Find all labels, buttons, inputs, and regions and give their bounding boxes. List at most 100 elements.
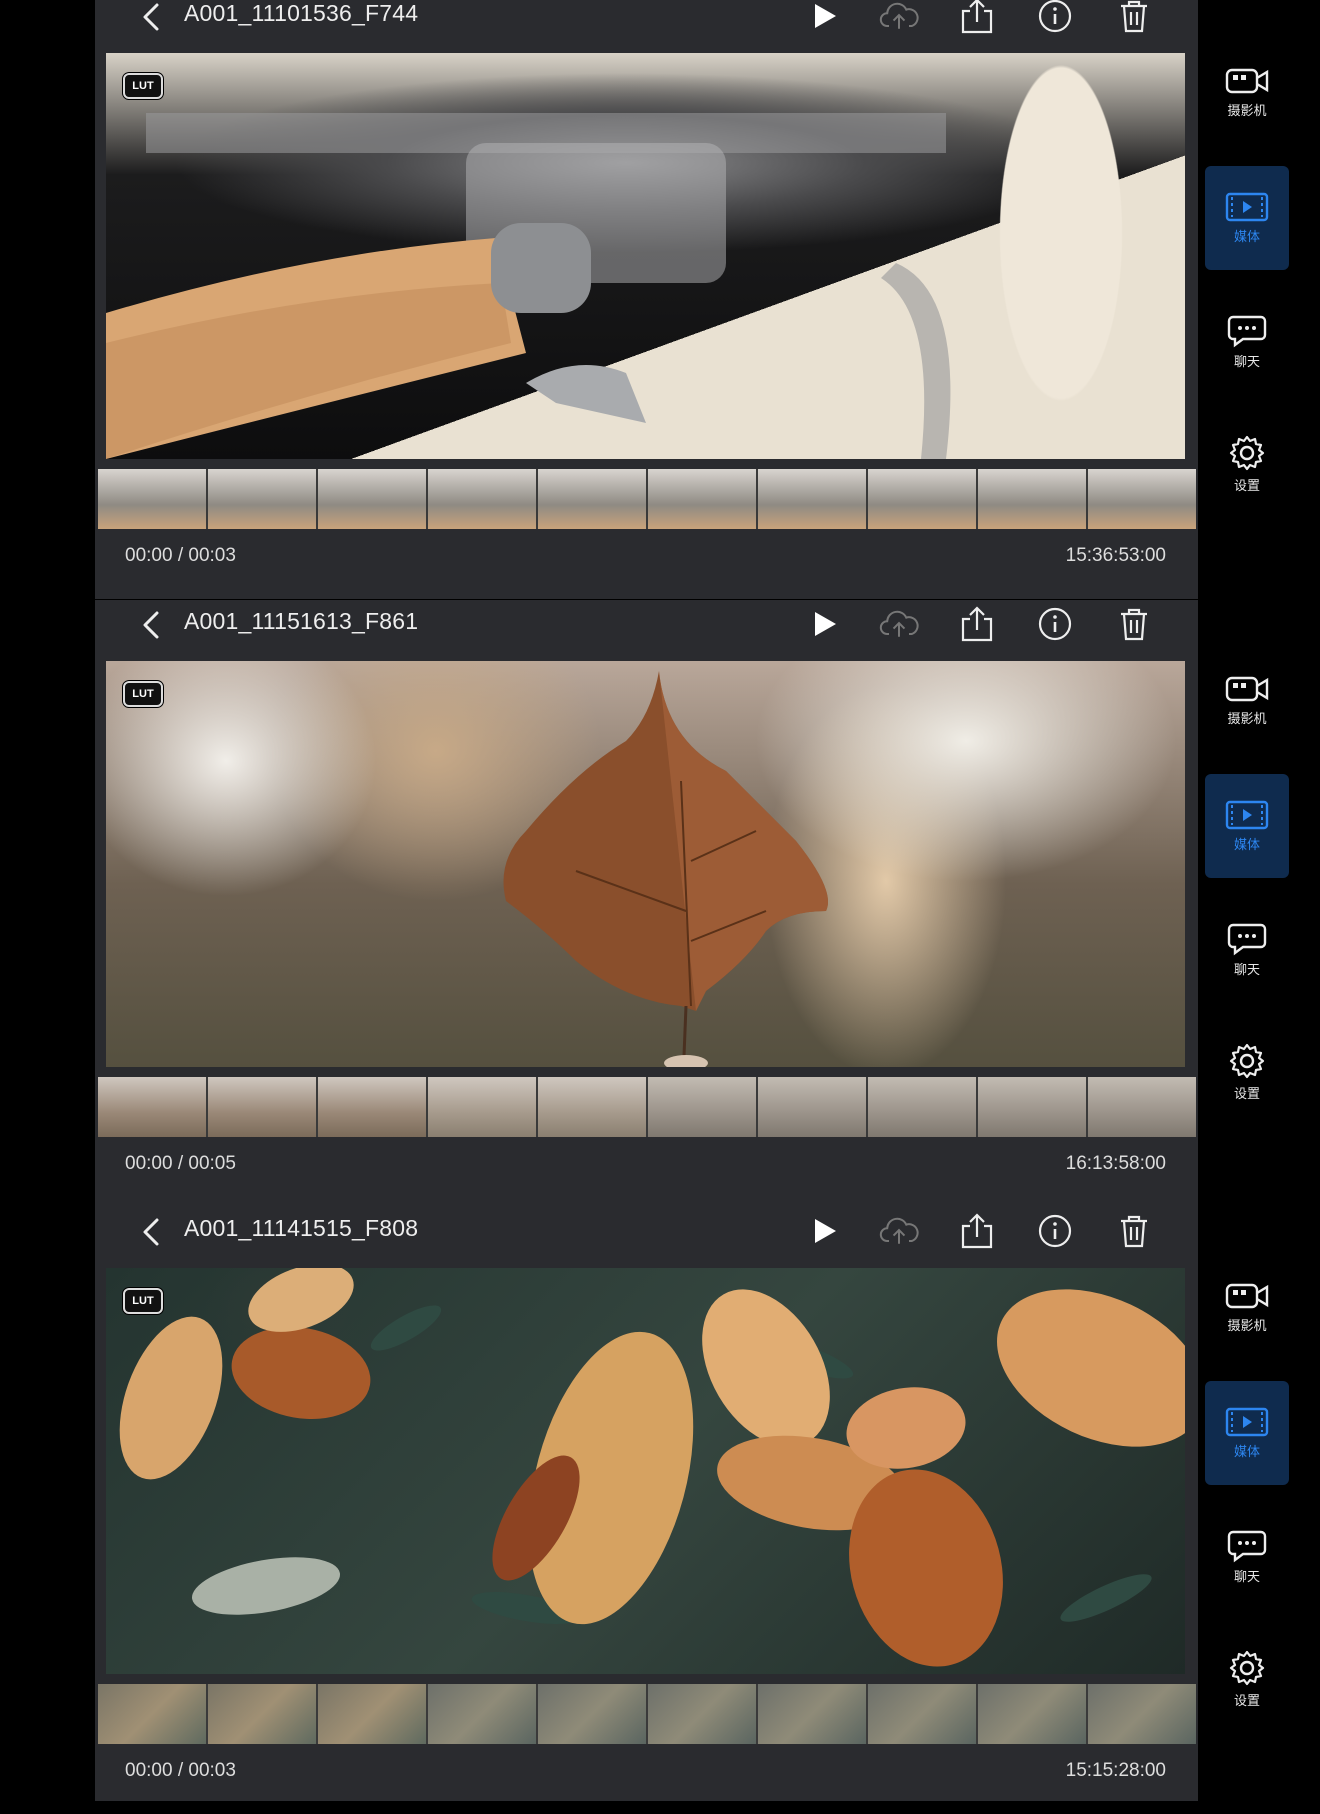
- clip-title: A001_11141515_F808: [184, 1215, 419, 1241]
- timeline-thumbnail: [538, 1077, 648, 1137]
- timeline-thumbnail: [978, 1684, 1088, 1744]
- timeline-strip[interactable]: [98, 469, 1196, 529]
- timeline-thumbnail: [538, 1684, 648, 1744]
- cloud-upload-icon: [879, 2, 919, 29]
- timeline-thumbnail: [648, 469, 758, 529]
- info-button[interactable]: [1035, 604, 1075, 644]
- timeline-thumbnail: [98, 469, 208, 529]
- info-button[interactable]: [1035, 0, 1075, 36]
- lut-badge: LUT: [123, 73, 163, 99]
- media-icon: [1225, 192, 1269, 222]
- timeline-thumbnail: [208, 1077, 318, 1137]
- back-icon[interactable]: [135, 1215, 169, 1249]
- sidebar-item-label: 聊天: [1233, 962, 1260, 977]
- timeline-thumbnail: [98, 1077, 208, 1137]
- clip-title: A001_11101536_F744: [184, 0, 419, 26]
- play-button[interactable]: [805, 1211, 845, 1251]
- timeline-thumbnail: [428, 1684, 538, 1744]
- sidebar-item-camera[interactable]: 摄影机: [1205, 648, 1289, 752]
- timeline-thumbnail: [648, 1077, 758, 1137]
- share-icon: [961, 606, 993, 642]
- share-button[interactable]: [957, 1211, 997, 1251]
- info-icon: [1038, 1214, 1072, 1248]
- clip-footer: 00:00 / 00:03 15:36:53:00: [95, 530, 1198, 599]
- camera-icon: [1225, 1283, 1269, 1309]
- media-icon: [1225, 800, 1269, 830]
- delete-button[interactable]: [1114, 0, 1154, 36]
- sidebar-item-label: 摄影机: [1227, 1318, 1267, 1333]
- cloud-upload-icon: [879, 610, 919, 637]
- share-icon: [961, 1213, 993, 1249]
- video-preview[interactable]: LUT: [106, 53, 1185, 459]
- timeline-thumbnail: [978, 1077, 1088, 1137]
- clip-toolbar: A001_11141515_F808: [95, 1207, 1198, 1268]
- trash-icon: [1121, 1215, 1147, 1248]
- timeline-strip[interactable]: [98, 1077, 1196, 1137]
- cloud-upload-button[interactable]: [879, 604, 919, 644]
- media-icon: [1225, 1407, 1269, 1437]
- timecode: 15:15:28:00: [1065, 1760, 1166, 1781]
- timeline-thumbnail: [758, 469, 868, 529]
- share-button[interactable]: [957, 0, 997, 36]
- preview-image: [119, 1268, 1185, 1667]
- sidebar-item-settings[interactable]: 设置: [1205, 412, 1289, 516]
- sidebar-item-label: 媒体: [1233, 229, 1260, 244]
- clip-title: A001_11151613_F861: [184, 608, 419, 634]
- playback-time: 00:00 / 00:05: [125, 1153, 236, 1174]
- sidebar-3: 摄影机 媒体 聊天 设置: [1205, 1255, 1289, 1708]
- play-icon: [815, 1219, 836, 1243]
- delete-button[interactable]: [1114, 604, 1154, 644]
- play-button[interactable]: [805, 0, 845, 36]
- share-button[interactable]: [957, 604, 997, 644]
- sidebar-item-media[interactable]: 媒体: [1205, 774, 1289, 878]
- play-icon: [815, 4, 836, 28]
- camera-icon: [1225, 68, 1269, 94]
- timeline-thumbnail: [648, 1684, 758, 1744]
- lut-badge: LUT: [123, 681, 163, 707]
- chat-icon: [1227, 315, 1267, 348]
- timeline-thumbnail: [208, 469, 318, 529]
- timeline-thumbnail: [1088, 469, 1196, 529]
- preview-image: [503, 671, 828, 1067]
- info-icon: [1038, 0, 1072, 33]
- sidebar-item-label: 聊天: [1233, 354, 1260, 369]
- sidebar-item-chat[interactable]: 聊天: [1205, 1505, 1289, 1609]
- sidebar-item-label: 摄影机: [1227, 103, 1267, 118]
- timeline-thumbnail: [538, 469, 648, 529]
- timeline-thumbnail: [868, 469, 978, 529]
- play-button[interactable]: [805, 604, 845, 644]
- trash-icon: [1121, 608, 1147, 641]
- sidebar-item-chat[interactable]: 聊天: [1205, 290, 1289, 394]
- cloud-upload-button[interactable]: [879, 0, 919, 36]
- timecode: 16:13:58:00: [1065, 1153, 1166, 1174]
- timeline-thumbnail: [868, 1077, 978, 1137]
- sidebar-item-camera[interactable]: 摄影机: [1205, 40, 1289, 144]
- timeline-thumbnail: [318, 1077, 428, 1137]
- sidebar-item-chat[interactable]: 聊天: [1205, 898, 1289, 1002]
- back-icon[interactable]: [135, 608, 169, 642]
- chat-icon: [1227, 923, 1267, 956]
- delete-button[interactable]: [1114, 1211, 1154, 1251]
- back-icon[interactable]: [135, 0, 169, 34]
- lut-badge: LUT: [123, 1288, 163, 1314]
- info-button[interactable]: [1035, 1211, 1075, 1251]
- timeline-thumbnail: [758, 1684, 868, 1744]
- sidebar-item-settings[interactable]: 设置: [1205, 1627, 1289, 1731]
- timeline-thumbnail: [1088, 1684, 1196, 1744]
- sidebar-item-label: 设置: [1233, 1693, 1260, 1708]
- timeline-thumbnail: [208, 1684, 318, 1744]
- sidebar-item-settings[interactable]: 设置: [1205, 1020, 1289, 1124]
- sidebar-item-media[interactable]: 媒体: [1205, 166, 1289, 270]
- cloud-upload-button[interactable]: [879, 1211, 919, 1251]
- playback-time: 00:00 / 00:03: [125, 545, 236, 566]
- timeline-thumbnail: [1088, 1077, 1196, 1137]
- sidebar-item-camera[interactable]: 摄影机: [1205, 1255, 1289, 1359]
- camera-icon: [1225, 676, 1269, 702]
- video-preview[interactable]: LUT: [106, 661, 1185, 1067]
- timeline-strip[interactable]: [98, 1684, 1196, 1744]
- timeline-thumbnail: [98, 1684, 208, 1744]
- clip-panel-2: A001_11151613_F861 LUT 00:00 / 00:05 16:…: [95, 600, 1198, 1207]
- video-preview[interactable]: LUT: [106, 1268, 1185, 1674]
- timeline-thumbnail: [868, 1684, 978, 1744]
- sidebar-item-media[interactable]: 媒体: [1205, 1381, 1289, 1485]
